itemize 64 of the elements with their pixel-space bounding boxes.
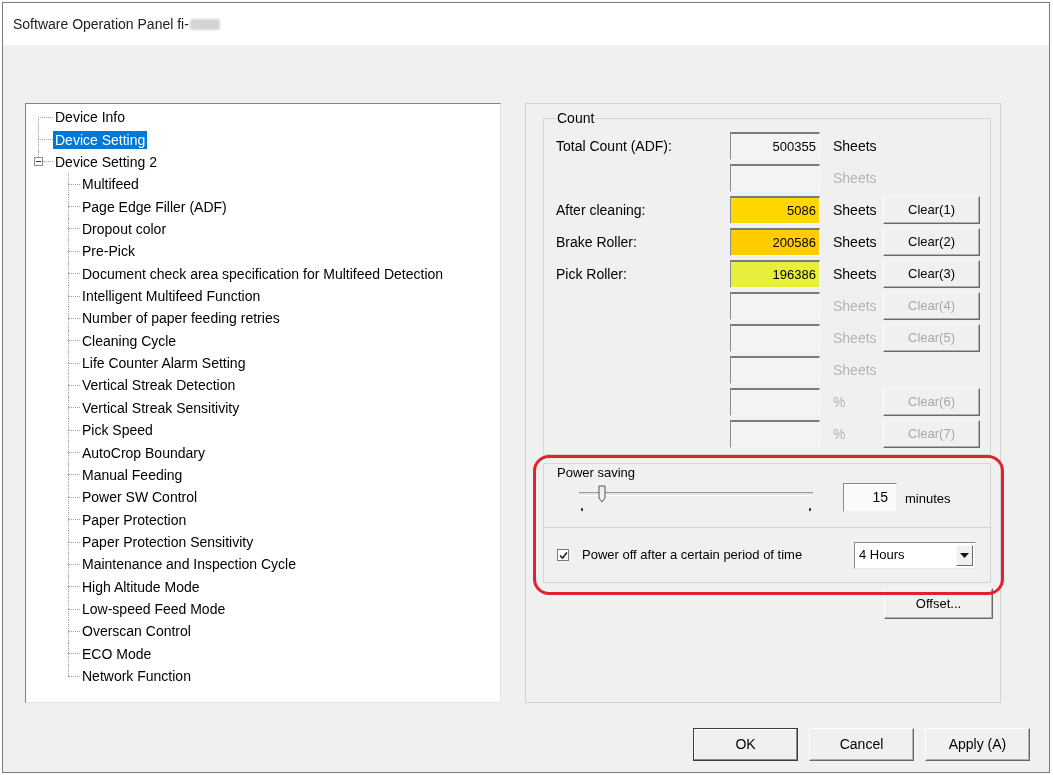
tree-item[interactable]: Number of paper feeding retries	[80, 309, 282, 328]
unit-label: Sheets	[833, 328, 877, 348]
tree-item[interactable]: Low-speed Feed Mode	[80, 600, 228, 619]
tree-item[interactable]: Page Edge Filler (ADF)	[80, 197, 229, 216]
tree-item[interactable]: Maintenance and Inspection Cycle	[80, 555, 299, 574]
tree-item[interactable]: Dropout color	[80, 219, 169, 238]
window-title: Software Operation Panel fi-	[13, 14, 189, 34]
tree-item[interactable]: Vertical Streak Sensitivity	[80, 398, 242, 417]
unit-label: %	[833, 392, 846, 412]
unit-label: Sheets	[833, 232, 877, 252]
tree-item[interactable]: Multifeed	[80, 175, 141, 194]
clear-button[interactable]: Clear(2)	[883, 228, 980, 256]
tree-item[interactable]: Paper Protection Sensitivity	[80, 533, 256, 551]
unit-label: Sheets	[833, 296, 877, 316]
tick-mark-icon	[809, 508, 811, 511]
tree-item[interactable]: Cleaning Cycle	[80, 331, 179, 350]
caret-icon[interactable]	[956, 544, 973, 566]
dialog-button[interactable]: Cancel	[809, 728, 914, 761]
counter-field: 200586	[730, 228, 820, 256]
unit-label: Sheets	[833, 168, 877, 188]
counter-field: 500355	[730, 132, 820, 160]
period-dropdown[interactable]: 4 Hours	[854, 541, 976, 569]
counter-label: Pick Roller:	[556, 264, 627, 284]
slider-thumb[interactable]	[598, 485, 607, 503]
dialog-button[interactable]: Apply (A)	[925, 728, 1030, 761]
tree-item[interactable]: Pick Speed	[80, 421, 155, 440]
group-title: Count	[556, 110, 596, 126]
group-title: Power saving	[557, 465, 636, 481]
unit-label: Sheets	[833, 200, 877, 220]
unit-label: Sheets	[833, 136, 877, 156]
checkbox-label: Power off after a certain period of time	[582, 546, 803, 565]
clear-button[interactable]: Clear(1)	[883, 196, 980, 224]
blurred-block	[189, 18, 220, 30]
tree-item[interactable]: Intelligent Multifeed Function	[80, 287, 263, 306]
unit-label: Sheets	[833, 360, 877, 380]
unit-label: Sheets	[833, 264, 877, 284]
tree-item[interactable]: Network Function	[80, 667, 193, 686]
counter-label: After cleaning:	[556, 200, 646, 220]
tree-item[interactable]: Power SW Control	[80, 488, 200, 507]
counter-label: Total Count (ADF):	[556, 136, 672, 156]
counter-field: 196386	[730, 260, 820, 288]
tree-item[interactable]: Manual Feeding	[80, 465, 185, 484]
counter-label: Brake Roller:	[556, 232, 637, 252]
tree-item[interactable]: AutoCrop Boundary	[80, 443, 207, 462]
dialog-button[interactable]: OK	[693, 728, 798, 761]
unit-label: %	[833, 424, 846, 444]
tree-item[interactable]: Overscan Control	[80, 622, 193, 641]
tree-item[interactable]: High Altitude Mode	[80, 577, 202, 596]
tree-item[interactable]: Device Info	[53, 108, 128, 127]
tree-item[interactable]: Device Setting 2	[53, 152, 159, 171]
tree-item[interactable]: Document check area specification for Multifeed Detection	[80, 264, 446, 283]
tick-mark-icon	[581, 508, 583, 511]
tree-item[interactable]: Device Setting	[53, 130, 148, 149]
checkbox[interactable]	[557, 549, 569, 561]
tree-item[interactable]: Life Counter Alarm Setting	[80, 354, 248, 373]
collapse-icon[interactable]	[34, 157, 43, 167]
clear-button[interactable]: Clear(3)	[883, 260, 980, 288]
tree-item[interactable]: Pre-Pick	[80, 242, 137, 261]
tree-item[interactable]: Vertical Streak Detection	[80, 376, 238, 395]
minutes-unit: minutes	[905, 490, 951, 508]
counter-field: 5086	[730, 196, 820, 224]
tree-item[interactable]: ECO Mode	[80, 644, 154, 663]
tree-item[interactable]: Paper Protection	[80, 510, 189, 529]
minutes-field[interactable]: 15	[843, 483, 897, 512]
